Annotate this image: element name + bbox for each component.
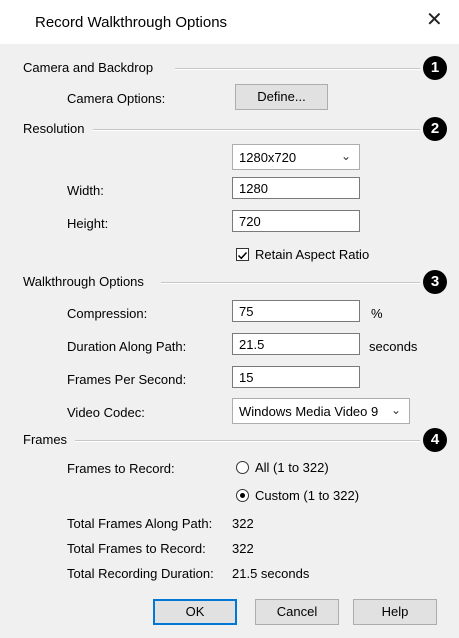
width-label: Width: — [67, 183, 104, 198]
frames-custom-label[interactable]: Custom (1 to 322) — [255, 488, 359, 503]
group-label-frames: Frames — [23, 432, 68, 447]
height-input[interactable]: 720 — [232, 210, 360, 232]
video-codec-label: Video Codec: — [67, 405, 145, 420]
duration-unit: seconds — [369, 339, 418, 354]
compression-input[interactable]: 75 — [232, 300, 360, 322]
group-label-resolution: Resolution — [23, 121, 85, 136]
video-codec-select[interactable]: Windows Media Video 9 ⌄ — [232, 398, 410, 424]
callout-marker-3: 3 — [423, 270, 447, 294]
resolution-preset-select[interactable]: 1280x720 ⌄ — [232, 144, 360, 170]
group-divider — [175, 68, 420, 70]
total-frames-to-record-value: 322 — [232, 541, 254, 556]
duration-input[interactable]: 21.5 — [232, 333, 360, 355]
group-divider — [161, 282, 420, 284]
duration-label: Duration Along Path: — [67, 339, 187, 354]
dialog-title: Record Walkthrough Options — [35, 14, 228, 31]
callout-marker-2: 2 — [423, 117, 447, 141]
group-divider — [93, 129, 420, 131]
help-button[interactable]: Help — [353, 599, 437, 625]
callout-marker-4: 4 — [423, 428, 447, 452]
width-input[interactable]: 1280 — [232, 177, 360, 199]
height-label: Height: — [67, 216, 109, 231]
frames-all-label[interactable]: All (1 to 322) — [255, 460, 329, 475]
total-frames-along-path-value: 322 — [232, 516, 254, 531]
callout-marker-1: 1 — [423, 56, 447, 80]
total-recording-duration-label: Total Recording Duration: — [67, 566, 214, 581]
close-icon[interactable]: ✕ — [426, 10, 443, 30]
group-label-walkthrough: Walkthrough Options — [23, 274, 144, 289]
total-recording-duration-value: 21.5 seconds — [232, 566, 310, 581]
group-label-camera: Camera and Backdrop — [23, 60, 154, 75]
checkmark-icon — [237, 251, 248, 260]
fps-input[interactable]: 15 — [232, 366, 360, 388]
retain-aspect-checkbox[interactable] — [236, 248, 249, 261]
group-divider — [75, 440, 420, 442]
resolution-preset-value: 1280x720 — [239, 150, 297, 165]
frames-all-radio[interactable] — [236, 461, 249, 474]
compression-label: Compression: — [67, 306, 148, 321]
cancel-button[interactable]: Cancel — [255, 599, 339, 625]
radio-selected-dot — [240, 493, 245, 498]
fps-label: Frames Per Second: — [67, 372, 187, 387]
total-frames-to-record-label: Total Frames to Record: — [67, 541, 206, 556]
chevron-down-icon: ⌄ — [340, 149, 351, 163]
compression-unit: % — [371, 306, 383, 321]
ok-button[interactable]: OK — [153, 599, 237, 625]
frames-to-record-label: Frames to Record: — [67, 461, 175, 476]
frames-custom-radio[interactable] — [236, 489, 249, 502]
video-codec-value: Windows Media Video 9 — [239, 404, 379, 419]
define-button[interactable]: Define... — [235, 84, 328, 110]
total-frames-along-path-label: Total Frames Along Path: — [67, 516, 213, 531]
retain-aspect-label[interactable]: Retain Aspect Ratio — [255, 247, 369, 262]
camera-options-label: Camera Options: — [67, 91, 166, 106]
chevron-down-icon: ⌄ — [390, 403, 401, 417]
